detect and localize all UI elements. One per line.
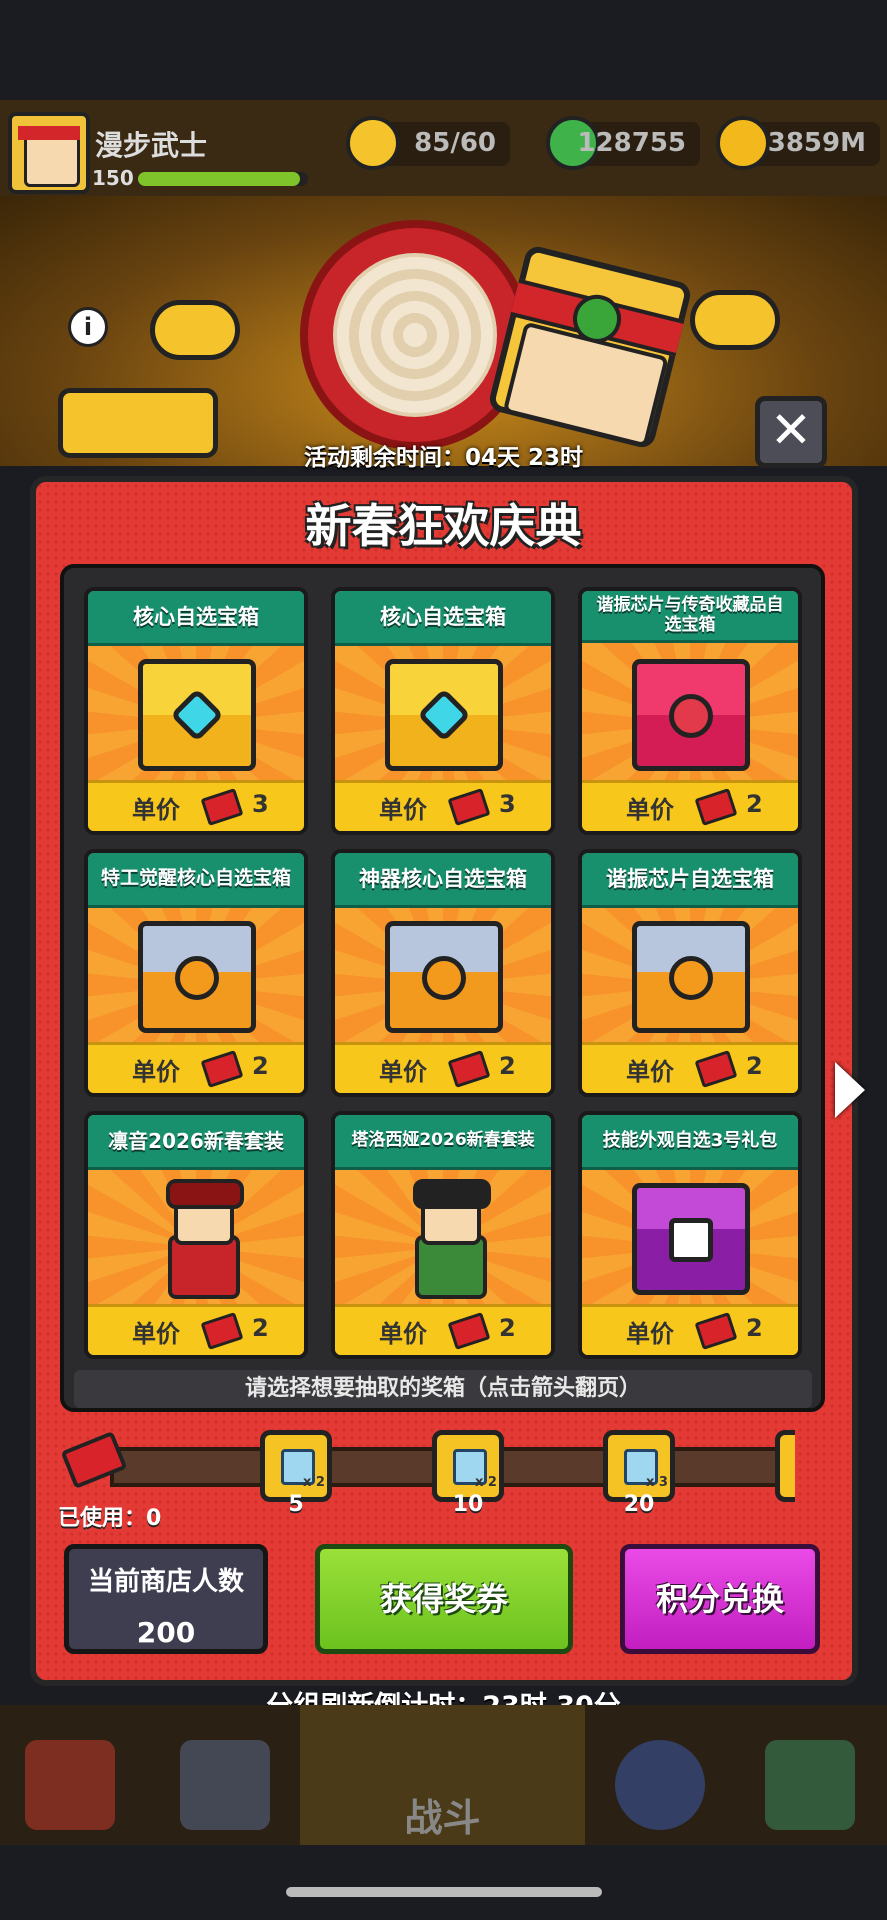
- reward-card[interactable]: 神器核心自选宝箱 单价 2: [331, 849, 555, 1097]
- price-label: 单价: [132, 1320, 180, 1348]
- price-label: 单价: [379, 1058, 427, 1086]
- energy-icon: [346, 116, 400, 170]
- energy-value: 85/60: [414, 128, 496, 158]
- price-value: 3: [252, 790, 269, 818]
- ticket-icon: [694, 788, 738, 826]
- gold-coin-right: [690, 290, 780, 350]
- yellow-chest-icon: [385, 659, 503, 771]
- get-tickets-button[interactable]: 获得奖券: [315, 1544, 573, 1654]
- milestone-count: 20: [623, 1492, 655, 1517]
- price-label: 单价: [132, 796, 180, 824]
- coin-counter[interactable]: 3859M: [716, 116, 880, 170]
- info-icon[interactable]: i: [68, 307, 108, 347]
- player-level: 150: [92, 166, 134, 190]
- price-value: 2: [252, 1314, 269, 1342]
- ticket-icon: [200, 1050, 244, 1088]
- nav-shop-icon[interactable]: [25, 1740, 115, 1830]
- nav-gear-icon[interactable]: [180, 1740, 270, 1830]
- ticket-icon: [447, 788, 491, 826]
- ticket-icon: [447, 1050, 491, 1088]
- player-name: 漫步武士: [95, 129, 208, 162]
- coin-icon: [716, 116, 770, 170]
- close-button[interactable]: ✕: [755, 396, 827, 468]
- price-value: 2: [252, 1052, 269, 1080]
- points-exchange-button[interactable]: 积分兑换: [620, 1544, 820, 1654]
- orange-chest-icon: [138, 921, 256, 1033]
- orange-chest-icon: [385, 921, 503, 1033]
- reward-card[interactable]: 技能外观自选3号礼包 单价 2: [578, 1111, 802, 1359]
- card-title: 技能外观自选3号礼包: [582, 1115, 798, 1170]
- reward-card[interactable]: 塔洛西娅2026新春套装 单价 2: [331, 1111, 555, 1359]
- nav-star-icon[interactable]: [615, 1740, 705, 1830]
- shop-population-label: 当前商店人数: [87, 1567, 244, 1597]
- milestone-reward-partial: [775, 1430, 795, 1502]
- card-title: 谐振芯片自选宝箱: [582, 853, 798, 908]
- card-title: 塔洛西娅2026新春套装: [335, 1115, 551, 1170]
- card-title: 神器核心自选宝箱: [335, 853, 551, 908]
- purple-chest-icon: [632, 1183, 750, 1295]
- xp-bar: [138, 172, 308, 186]
- ticket-icon: [200, 788, 244, 826]
- ticket-icon: [694, 1050, 738, 1088]
- gold-coin-left: [150, 300, 240, 360]
- price-label: 单价: [379, 1320, 427, 1348]
- price-label: 单价: [626, 1058, 674, 1086]
- ticket-icon: [200, 1312, 244, 1350]
- player-avatar[interactable]: [8, 112, 90, 194]
- price-value: 2: [499, 1052, 516, 1080]
- used-count: 已使用：0: [58, 1506, 162, 1531]
- card-title: 特工觉醒核心自选宝箱: [88, 853, 304, 908]
- pink-chest-icon: [632, 659, 750, 771]
- reward-card[interactable]: 谐振芯片自选宝箱 单价 2: [578, 849, 802, 1097]
- next-page-arrow-icon[interactable]: [835, 1062, 865, 1118]
- event-countdown: 活动剩余时间：04天 23时: [303, 445, 584, 471]
- ticket-icon: [694, 1312, 738, 1350]
- ticket-icon: [447, 1312, 491, 1350]
- reward-card[interactable]: 凛音2026新春套装 单价 2: [84, 1111, 308, 1359]
- nav-card-icon[interactable]: [765, 1740, 855, 1830]
- character-icon: [156, 1179, 244, 1299]
- shop-population-value: 200: [136, 1616, 196, 1649]
- price-label: 单价: [379, 796, 427, 824]
- price-label: 单价: [626, 796, 674, 824]
- milestone-count: 10: [452, 1492, 484, 1517]
- price-value: 2: [746, 790, 763, 818]
- nav-battle-label: 战斗: [404, 1796, 481, 1840]
- card-title: 核心自选宝箱: [88, 591, 304, 646]
- nav-battle-tab[interactable]: 战斗: [300, 1705, 585, 1845]
- reward-card[interactable]: 核心自选宝箱 单价 3: [84, 587, 308, 835]
- shop-population-panel: 当前商店人数 200: [64, 1544, 268, 1654]
- card-title: 凛音2026新春套装: [88, 1115, 304, 1170]
- price-value: 2: [499, 1314, 516, 1342]
- price-label: 单价: [626, 1320, 674, 1348]
- milestone-count: 5: [288, 1492, 304, 1517]
- drum-icon: [300, 220, 530, 450]
- price-value: 3: [499, 790, 516, 818]
- price-value: 2: [746, 1052, 763, 1080]
- price-label: 单价: [132, 1058, 180, 1086]
- card-title: 核心自选宝箱: [335, 591, 551, 646]
- coin-value: 3859M: [767, 128, 866, 158]
- yellow-chest-icon: [138, 659, 256, 771]
- selection-hint: 请选择想要抽取的奖箱（点击箭头翻页）: [74, 1370, 812, 1408]
- reward-card[interactable]: 谐振芯片与传奇收藏品自选宝箱 单价 2: [578, 587, 802, 835]
- gem-value: 128755: [577, 128, 686, 158]
- character-icon: [403, 1179, 491, 1299]
- reward-card[interactable]: 特工觉醒核心自选宝箱 单价 2: [84, 849, 308, 1097]
- card-title: 谐振芯片与传奇收藏品自选宝箱: [582, 591, 798, 643]
- price-value: 2: [746, 1314, 763, 1342]
- energy-counter[interactable]: 85/60: [346, 116, 510, 170]
- home-indicator[interactable]: [286, 1887, 602, 1897]
- gem-counter[interactable]: 128755: [546, 116, 700, 170]
- event-title: 新春狂欢庆典: [305, 499, 582, 553]
- orange-chest-icon: [632, 921, 750, 1033]
- reward-card[interactable]: 核心自选宝箱 单价 3: [331, 587, 555, 835]
